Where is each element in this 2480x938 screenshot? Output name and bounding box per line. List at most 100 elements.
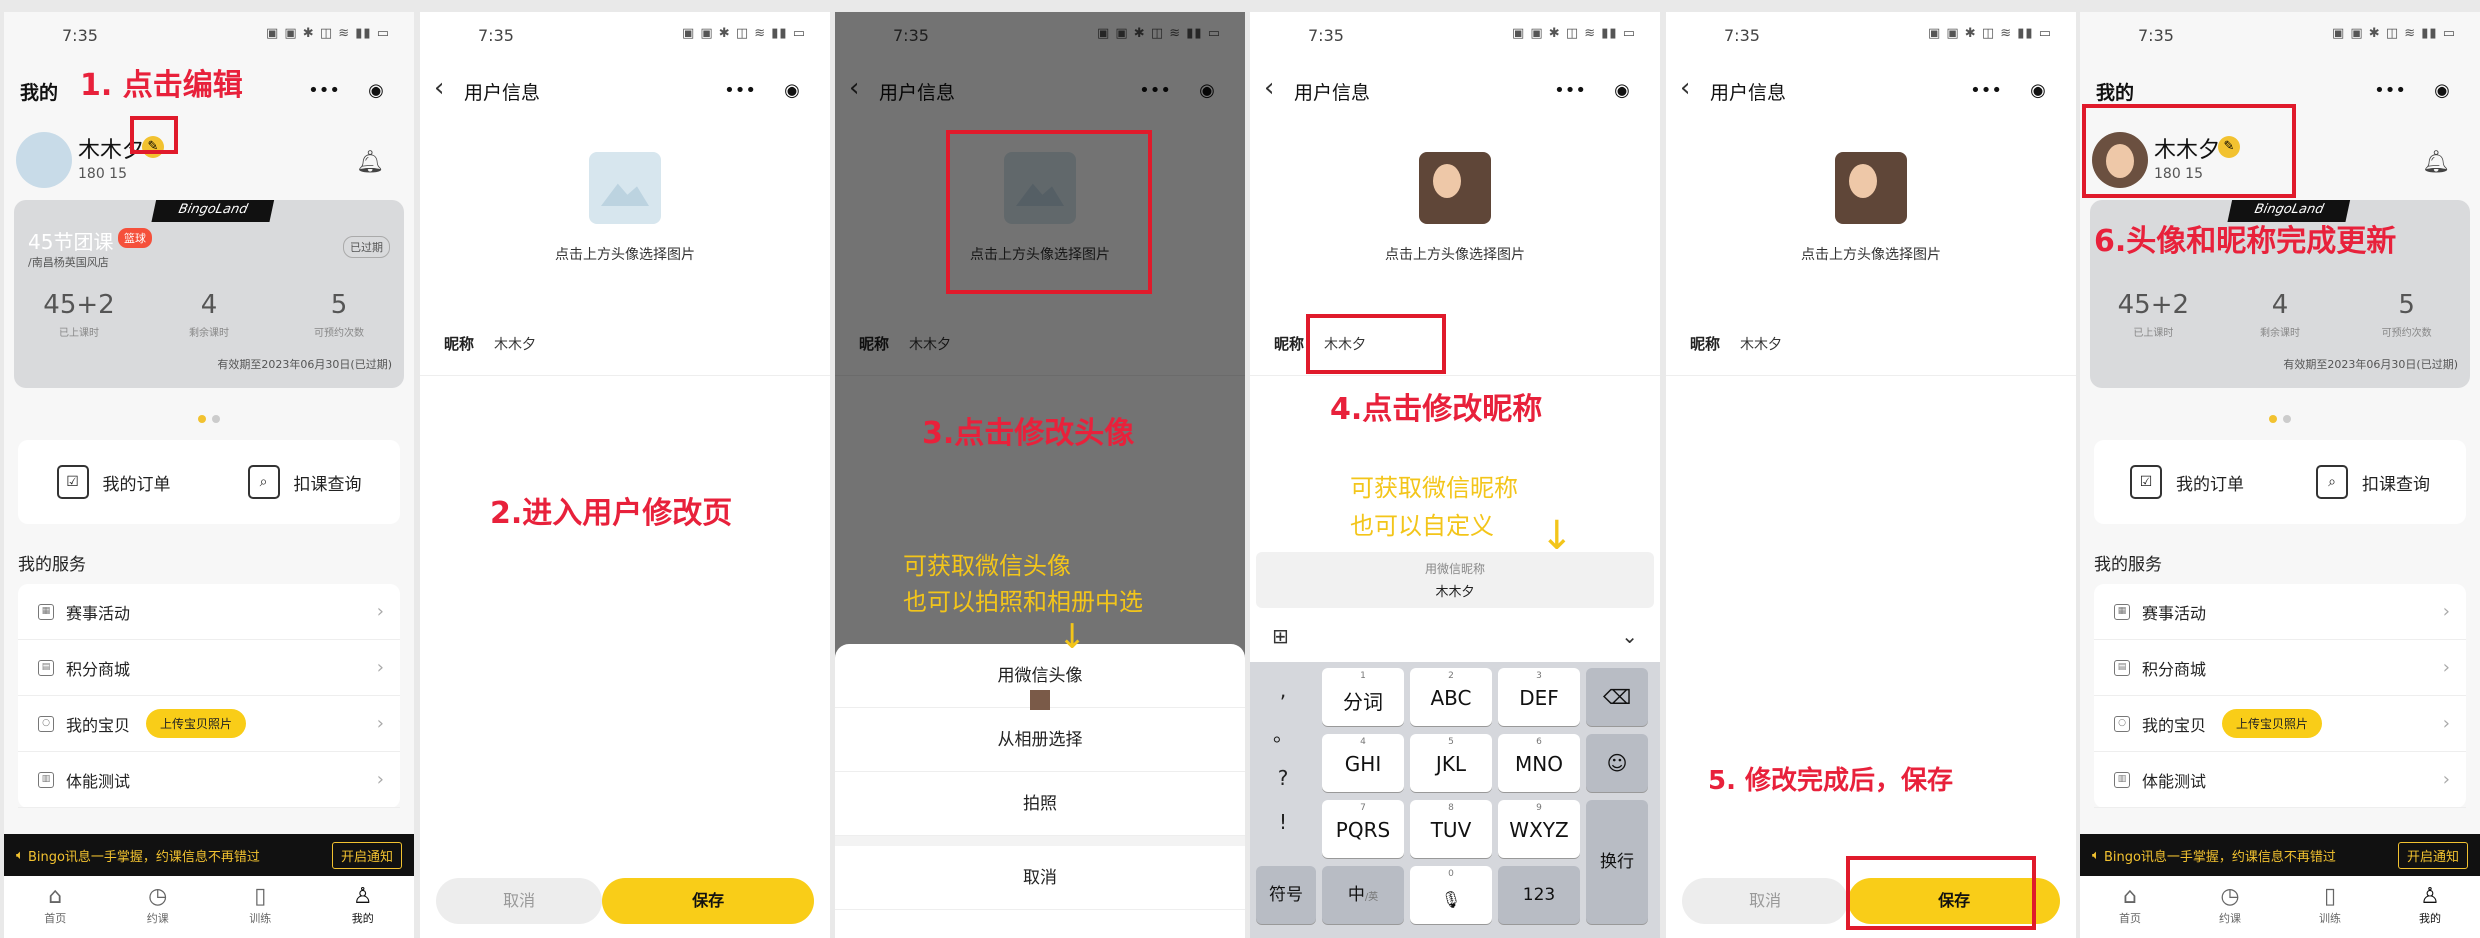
key-4[interactable]: 4 GHI [1322,734,1404,792]
bell-icon[interactable]: 🔔︎ [356,150,384,175]
miniprogram-capsule[interactable]: ••• ◉ [710,72,814,108]
highlight-edit-box [130,116,178,154]
tab-booking[interactable]: ◷ 约课 [107,876,210,938]
avatar-picker[interactable] [1419,152,1491,224]
avatar-picker[interactable] [589,152,661,224]
key-7[interactable]: 7 PQRS [1322,800,1404,858]
service-item-events[interactable]: ▦ 赛事活动 › [18,584,400,640]
key-3[interactable]: 3 DEF [1498,668,1580,726]
class-query-button[interactable]: ⌕ 扣课查询 [2280,465,2466,499]
keyboard-toolbar: ⊞ ⌄ [1250,612,1660,662]
symbol-key[interactable]: 符号 [1256,866,1316,924]
number-key[interactable]: 123 [1498,866,1580,924]
tab-training[interactable]: ▯ 训练 [2280,876,2380,938]
person-icon: ○ [2114,715,2130,732]
carousel-dot[interactable] [212,415,220,423]
service-item-points-mall[interactable]: ▤ 积分商城 › [2094,640,2466,696]
nickname-row[interactable]: 昵称 木木夕 [1666,312,2076,376]
close-target-icon[interactable]: ◉ [784,80,800,101]
sheet-cancel-button[interactable]: 取消 [835,846,1245,910]
cancel-button[interactable]: 取消 [436,878,603,924]
take-photo-option[interactable]: 拍照 [835,772,1245,836]
close-target-icon[interactable]: ◉ [1614,80,1630,101]
cancel-button[interactable]: 取消 [1682,878,1849,924]
space-key[interactable]: 0 🎙︎ [1410,866,1492,924]
nickname-input[interactable]: 木木夕 [494,334,536,354]
back-icon[interactable]: ‹ [1264,73,1274,103]
avatar[interactable] [16,132,72,188]
shop-icon: ▤ [38,659,54,676]
close-target-icon[interactable]: ◉ [368,80,384,101]
my-orders-button[interactable]: ☑ 我的订单 [18,465,209,499]
key-9[interactable]: 9 WXYZ [1498,800,1580,858]
use-wechat-avatar-option[interactable]: 用微信头像 [835,644,1245,710]
punct-key[interactable]: ? [1256,756,1310,800]
key-2[interactable]: 2 ABC [1410,668,1492,726]
stat-label: 剩余课时 [189,328,229,339]
backspace-icon[interactable]: ⌫ [1586,668,1648,726]
wechat-nickname-suggestion[interactable]: 用微信昵称 木木夕 [1256,552,1654,608]
enable-notice-button[interactable]: 开启通知 [331,841,402,869]
chart-icon: ▥ [38,771,54,788]
close-target-icon[interactable]: ◉ [2434,80,2450,101]
key-5[interactable]: 5 JKL [1410,734,1492,792]
key-6[interactable]: 6 MNO [1498,734,1580,792]
emoji-icon[interactable]: ☺ [1586,734,1648,792]
choose-from-album-option[interactable]: 从相册选择 [835,708,1245,772]
miniprogram-capsule[interactable]: ••• ◉ [294,72,398,108]
upload-photo-button[interactable]: 上传宝贝照片 [146,709,247,738]
document-icon: ▯ [2323,884,2337,909]
key-8[interactable]: 8 TUV [1410,800,1492,858]
service-item-events[interactable]: ▦ 赛事活动 › [2094,584,2466,640]
home-icon: ⌂ [48,884,63,909]
highlight-save-box [1846,856,2036,930]
miniprogram-capsule[interactable]: ••• ◉ [1956,72,2060,108]
carousel-dot[interactable] [2283,415,2291,423]
enter-key[interactable]: 换行 [1586,800,1648,924]
service-item-my-baby[interactable]: ○ 我的宝贝 上传宝贝照片 › [18,696,400,752]
miniprogram-capsule[interactable]: ••• ◉ [1540,72,1644,108]
punct-key[interactable]: ! [1256,800,1310,844]
service-item-my-baby[interactable]: ○ 我的宝贝 上传宝贝照片 › [2094,696,2466,752]
tab-home[interactable]: ⌂ 首页 [2080,876,2180,938]
my-orders-button[interactable]: ☑ 我的订单 [2094,465,2280,499]
close-target-icon[interactable]: ◉ [2030,80,2046,101]
nickname-row[interactable]: 昵称 木木夕 [420,312,830,376]
tab-training[interactable]: ▯ 训练 [209,876,312,938]
avatar-picker[interactable] [1835,152,1907,224]
more-icon[interactable]: ••• [1554,80,1586,101]
carousel-dot[interactable] [2269,415,2277,423]
service-item-points-mall[interactable]: ▤ 积分商城 › [18,640,400,696]
more-icon[interactable]: ••• [2374,80,2406,101]
chevron-right-icon: › [2442,769,2450,790]
more-icon[interactable]: ••• [308,80,340,101]
upload-photo-button[interactable]: 上传宝贝照片 [2222,709,2323,738]
service-item-fitness-test[interactable]: ▥ 体能测试 › [18,752,400,808]
tab-home[interactable]: ⌂ 首页 [4,876,107,938]
service-item-fitness-test[interactable]: ▥ 体能测试 › [2094,752,2466,808]
punct-key[interactable]: , [1256,668,1310,712]
more-icon[interactable]: ••• [1970,80,2002,101]
tab-mine[interactable]: ♙ 我的 [2380,876,2480,938]
class-query-button[interactable]: ⌕ 扣课查询 [209,465,400,499]
my-orders-label: 我的订单 [102,474,171,495]
back-icon[interactable]: ‹ [434,73,444,103]
nickname-input[interactable]: 木木夕 [1740,334,1782,354]
carousel-dots [2080,408,2480,427]
tab-mine[interactable]: ♙ 我的 [312,876,415,938]
back-icon[interactable]: ‹ [1680,73,1690,103]
enable-notice-button[interactable]: 开启通知 [2397,841,2468,869]
tab-booking[interactable]: ◷ 约课 [2180,876,2280,938]
membership-card[interactable]: BingoLand 45节团课 篮球 /南昌杨英国风店 已过期 45+2 已上课时… [14,200,404,388]
miniprogram-capsule[interactable]: ••• ◉ [2360,72,2464,108]
collapse-keyboard-icon[interactable]: ⌄ [1621,624,1638,648]
save-button[interactable]: 保存 [602,878,814,924]
zh-en-key[interactable]: 中/英 [1322,866,1404,924]
more-icon[interactable]: ••• [724,80,756,101]
carousel-dot[interactable] [198,415,206,423]
grid-icon[interactable]: ⊞ [1272,624,1289,648]
punctuation-column[interactable]: , 。 ? ! [1256,668,1310,846]
key-1[interactable]: 1 分词 [1322,668,1404,726]
bell-icon[interactable]: 🔔︎ [2422,150,2450,175]
punct-key[interactable]: 。 [1256,712,1310,756]
